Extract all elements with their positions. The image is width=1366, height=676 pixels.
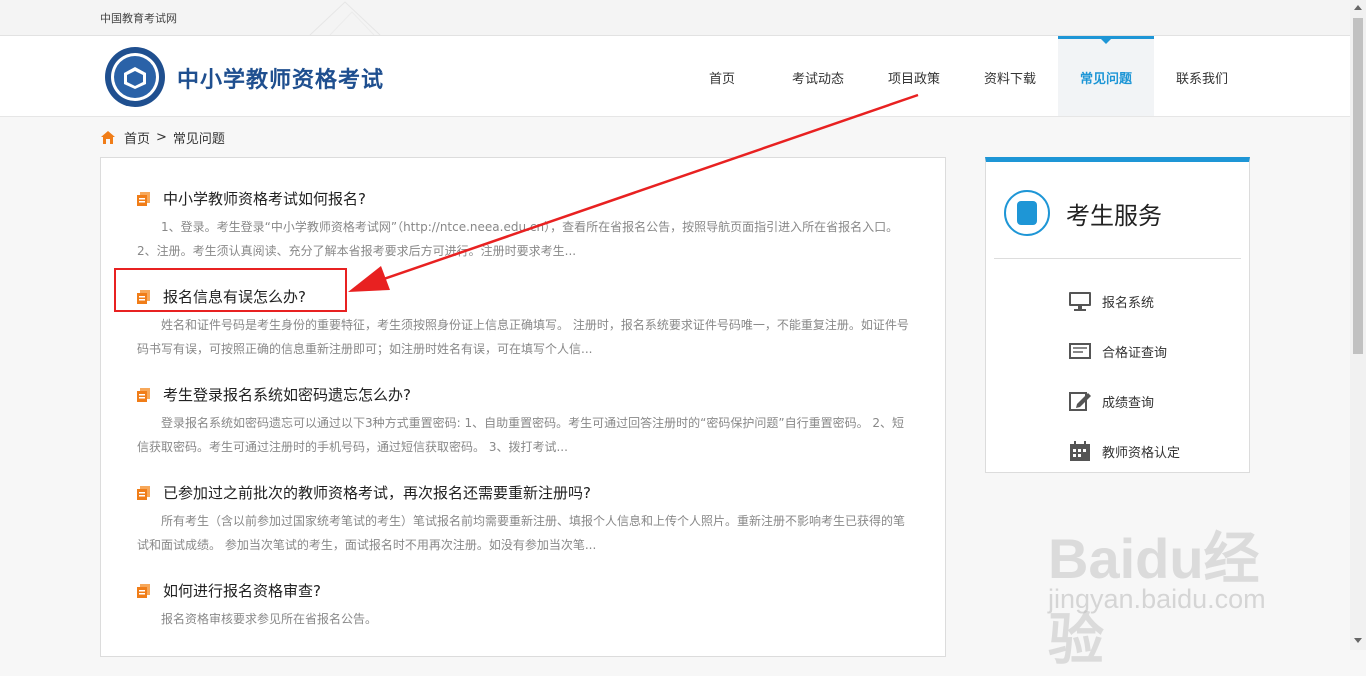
site-header: 中小学教师资格考试 首页 考试动态 项目政策 资料下载 常见问题 联系我们 bbox=[0, 36, 1350, 117]
nav-contact[interactable]: 联系我们 bbox=[1154, 36, 1250, 116]
document-icon bbox=[137, 583, 150, 598]
faq-item: 如何进行报名资格审查? 报名资格审核要求参见所在省报名公告。 bbox=[137, 580, 909, 631]
faq-item: 中小学教师资格考试如何报名? 1、登录。考生登录“中小学教师资格考试网”（htt… bbox=[137, 188, 909, 263]
breadcrumb-current: 常见问题 bbox=[172, 132, 225, 147]
site-name-link[interactable]: 中国教育考试网 bbox=[100, 10, 177, 26]
top-bar: 中国教育考试网 bbox=[0, 0, 1350, 36]
divider bbox=[994, 258, 1241, 259]
annotation-highlight-box bbox=[114, 268, 347, 312]
active-caret-icon bbox=[1100, 38, 1112, 44]
document-icon bbox=[137, 485, 150, 500]
faq-list: 中小学教师资格考试如何报名? 1、登录。考生登录“中小学教师资格考试网”（htt… bbox=[100, 157, 946, 657]
faq-title[interactable]: 中小学教师资格考试如何报名? bbox=[137, 188, 909, 209]
monitor-icon bbox=[1069, 292, 1091, 311]
faq-title-text: 中小学教师资格考试如何报名? bbox=[163, 190, 366, 208]
faq-summary: 所有考生（含以前参加过国家统考笔试的考生）笔试报名前均需要重新注册、填报个人信息… bbox=[137, 514, 906, 552]
service-label: 教师资格认定 bbox=[1102, 445, 1181, 461]
faq-title[interactable]: 已参加过之前批次的教师资格考试，再次报名还需要重新注册吗? bbox=[137, 482, 909, 503]
service-label: 合格证查询 bbox=[1102, 345, 1168, 361]
brand-title[interactable]: 中小学教师资格考试 bbox=[177, 62, 384, 94]
mountain-decoration bbox=[309, 1, 381, 35]
faq-summary: 登录报名系统如密码遗忘可以通过以下3种方式重置密码: 1、自助重置密码。考生可通… bbox=[137, 416, 905, 454]
faq-title-text: 已参加过之前批次的教师资格考试，再次报名还需要重新注册吗? bbox=[163, 484, 591, 502]
document-icon bbox=[137, 387, 150, 402]
nav-downloads[interactable]: 资料下载 bbox=[962, 36, 1058, 116]
breadcrumb-home[interactable]: 首页 bbox=[124, 128, 150, 147]
faq-title[interactable]: 如何进行报名资格审查? bbox=[137, 580, 909, 601]
service-label: 成绩查询 bbox=[1102, 395, 1155, 411]
edit-icon bbox=[1069, 392, 1091, 411]
scroll-down-icon[interactable] bbox=[1354, 638, 1362, 643]
notebook-icon bbox=[1004, 190, 1050, 236]
faq-item: 已参加过之前批次的教师资格考试，再次报名还需要重新注册吗? 所有考生（含以前参加… bbox=[137, 482, 909, 557]
services-header: 考生服务 bbox=[1004, 190, 1162, 236]
service-registration-system[interactable]: 报名系统 bbox=[1068, 290, 1154, 312]
logo-icon[interactable] bbox=[104, 46, 166, 108]
vertical-scrollbar[interactable] bbox=[1350, 0, 1366, 650]
nav-faq[interactable]: 常见问题 bbox=[1058, 36, 1154, 116]
scrollbar-thumb[interactable] bbox=[1353, 18, 1363, 354]
calendar-icon bbox=[1070, 441, 1090, 461]
nav-faq-label: 常见问题 bbox=[1079, 72, 1132, 87]
faq-title-text: 考生登录报名系统如密码遗忘怎么办? bbox=[163, 386, 411, 404]
nav-home[interactable]: 首页 bbox=[674, 36, 770, 116]
watermark: Baidu经验 jingyan.baidu.com bbox=[1048, 500, 1308, 671]
service-certificate-query[interactable]: 合格证查询 bbox=[1068, 340, 1167, 362]
watermark-url: jingyan.baidu.com bbox=[1048, 584, 1266, 614]
breadcrumb: 首页 > 常见问题 bbox=[100, 128, 225, 147]
service-score-query[interactable]: 成绩查询 bbox=[1068, 390, 1154, 412]
breadcrumb-separator: > bbox=[156, 130, 167, 145]
faq-item: 考生登录报名系统如密码遗忘怎么办? 登录报名系统如密码遗忘可以通过以下3种方式重… bbox=[137, 384, 909, 459]
main-nav: 首页 考试动态 项目政策 资料下载 常见问题 联系我们 bbox=[674, 36, 1250, 116]
faq-summary: 1、登录。考生登录“中小学教师资格考试网”（http://ntce.neea.e… bbox=[137, 220, 899, 258]
faq-summary: 报名资格审核要求参见所在省报名公告。 bbox=[161, 612, 378, 626]
faq-title[interactable]: 考生登录报名系统如密码遗忘怎么办? bbox=[137, 384, 909, 405]
student-services-panel: 考生服务 报名系统 合格证查询 成绩查询 教师资格认定 bbox=[985, 157, 1250, 473]
nav-policy[interactable]: 项目政策 bbox=[866, 36, 962, 116]
services-title: 考生服务 bbox=[1066, 201, 1162, 230]
faq-title-text: 如何进行报名资格审查? bbox=[163, 582, 321, 600]
faq-summary: 姓名和证件号码是考生身份的重要特征，考生须按照身份证上信息正确填写。 注册时，报… bbox=[137, 318, 909, 356]
card-icon bbox=[1069, 343, 1091, 359]
scroll-up-icon[interactable] bbox=[1354, 5, 1362, 10]
nav-exam-news[interactable]: 考试动态 bbox=[770, 36, 866, 116]
document-icon bbox=[137, 191, 150, 206]
service-teacher-certification[interactable]: 教师资格认定 bbox=[1068, 440, 1180, 462]
service-label: 报名系统 bbox=[1102, 295, 1155, 311]
home-icon bbox=[101, 131, 115, 144]
